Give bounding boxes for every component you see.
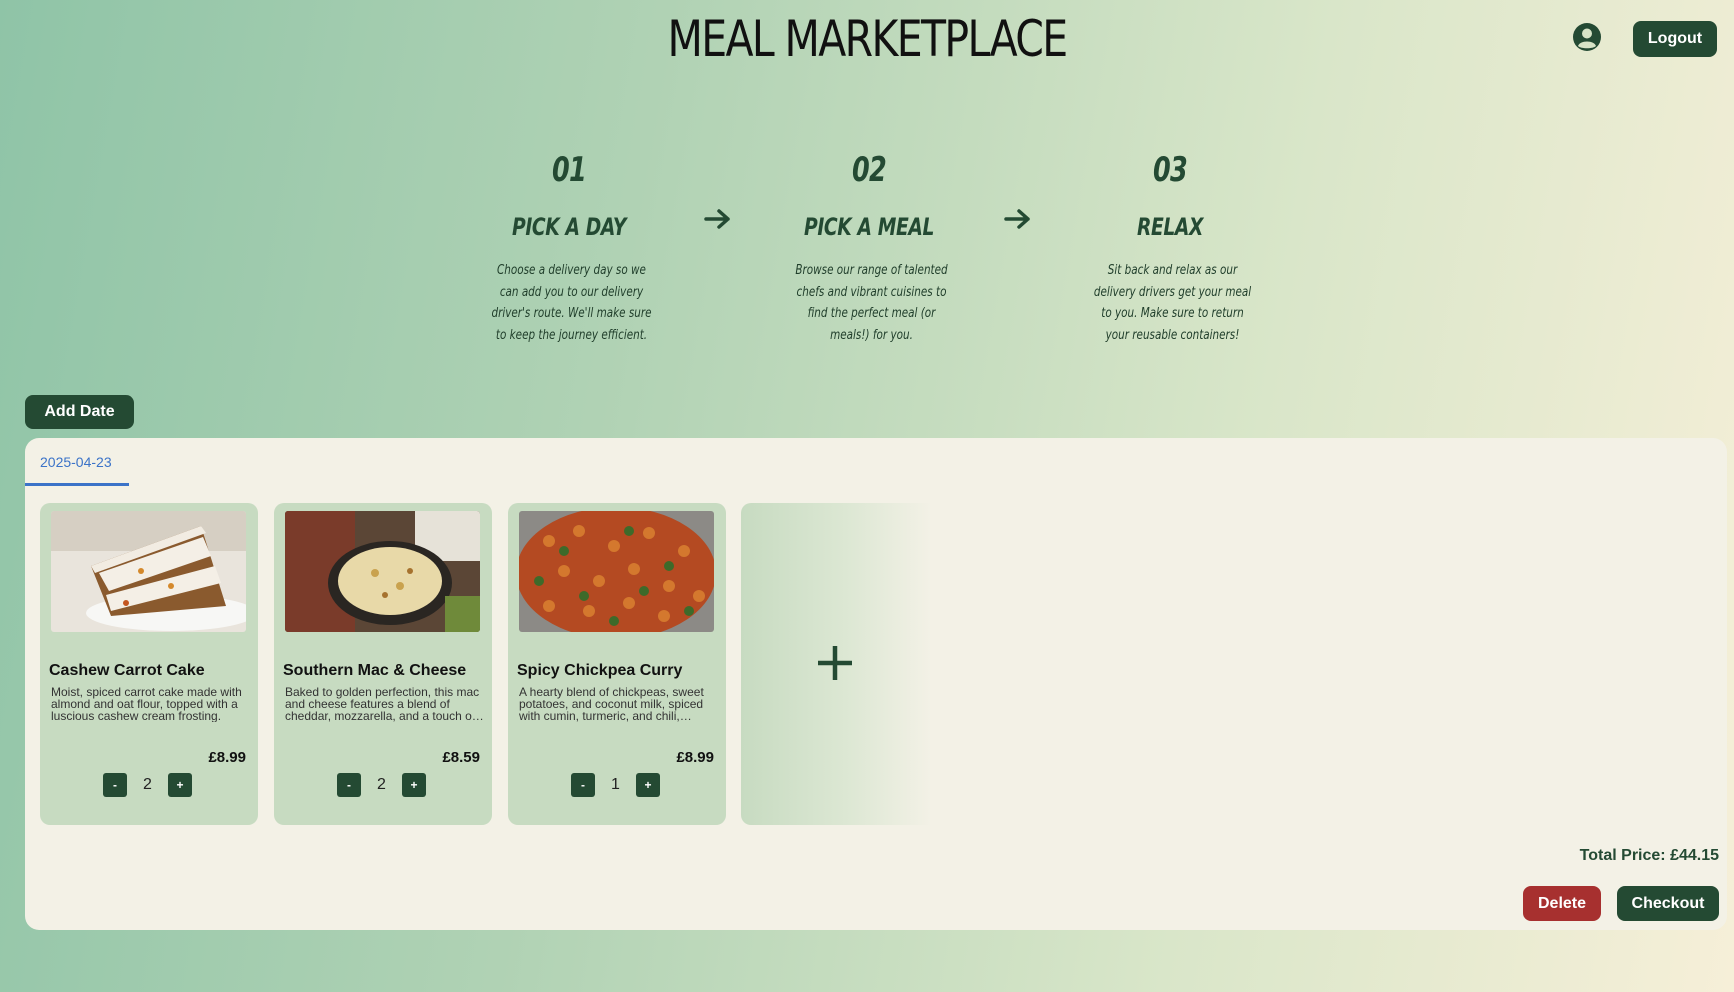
step-number: 03	[1152, 150, 1188, 190]
meal-name: Spicy Chickpea Curry	[517, 662, 683, 679]
meal-name: Cashew Carrot Cake	[49, 662, 205, 679]
logout-button[interactable]: Logout	[1633, 21, 1717, 57]
increase-quantity-button[interactable]: +	[636, 773, 660, 797]
tab-date[interactable]: 2025-04-23	[25, 452, 129, 486]
step-number: 02	[851, 150, 887, 190]
meal-image	[51, 511, 246, 632]
meal-price: £8.99	[208, 749, 246, 766]
page-title: MEAL MARKETPLACE	[667, 10, 1068, 68]
meal-price: £8.99	[676, 749, 714, 766]
step-description: Choose a delivery day so we can add you …	[491, 263, 652, 343]
order-panel: 2025-04-23 Cashew Carrot Cake Moist, spi…	[25, 438, 1727, 930]
arrow-right-icon	[1004, 209, 1030, 229]
meal-card: Southern Mac & Cheese Baked to golden pe…	[274, 503, 492, 825]
checkout-button[interactable]: Checkout	[1617, 886, 1719, 921]
step-heading: PICK A MEAL	[803, 213, 934, 241]
step-relax: 03 RELAX Sit back and relax as our deliv…	[1070, 150, 1270, 346]
step-heading: PICK A DAY	[511, 213, 626, 241]
add-date-button[interactable]: Add Date	[25, 395, 134, 429]
meal-description: Baked to golden perfection, this mac and…	[285, 686, 480, 722]
quantity-value: 1	[611, 776, 620, 793]
user-circle-icon[interactable]	[1572, 22, 1602, 52]
decrease-quantity-button[interactable]: -	[103, 773, 127, 797]
arrow-right-icon	[704, 209, 730, 229]
plus-icon	[818, 646, 852, 680]
step-number: 01	[551, 150, 587, 190]
quantity-stepper: - 1 +	[571, 773, 663, 797]
quantity-value: 2	[143, 776, 152, 793]
meal-card: Spicy Chickpea Curry A hearty blend of c…	[508, 503, 726, 825]
delete-button[interactable]: Delete	[1523, 886, 1601, 921]
step-description: Sit back and relax as our delivery drive…	[1093, 263, 1252, 343]
meal-image	[285, 511, 480, 632]
decrease-quantity-button[interactable]: -	[337, 773, 361, 797]
meal-description: Moist, spiced carrot cake made with almo…	[51, 686, 242, 722]
meal-card: Cashew Carrot Cake Moist, spiced carrot …	[40, 503, 258, 825]
meal-name: Southern Mac & Cheese	[283, 662, 467, 679]
meal-image	[519, 511, 714, 632]
step-pick-a-day: 01 PICK A DAY Choose a delivery day so w…	[469, 150, 669, 346]
step-pick-a-meal: 02 PICK A MEAL Browse our range of talen…	[769, 150, 969, 346]
decrease-quantity-button[interactable]: -	[571, 773, 595, 797]
quantity-value: 2	[377, 776, 386, 793]
meal-price: £8.59	[442, 749, 480, 766]
quantity-stepper: - 2 +	[103, 773, 195, 797]
step-heading: RELAX	[1136, 213, 1204, 241]
meal-description: A hearty blend of chickpeas, sweet potat…	[519, 686, 704, 722]
increase-quantity-button[interactable]: +	[402, 773, 426, 797]
step-description: Browse our range of talented chefs and v…	[795, 263, 948, 343]
total-price: Total Price: £44.15	[1579, 847, 1719, 864]
add-meal-card[interactable]	[741, 503, 931, 825]
increase-quantity-button[interactable]: +	[168, 773, 192, 797]
quantity-stepper: - 2 +	[337, 773, 429, 797]
